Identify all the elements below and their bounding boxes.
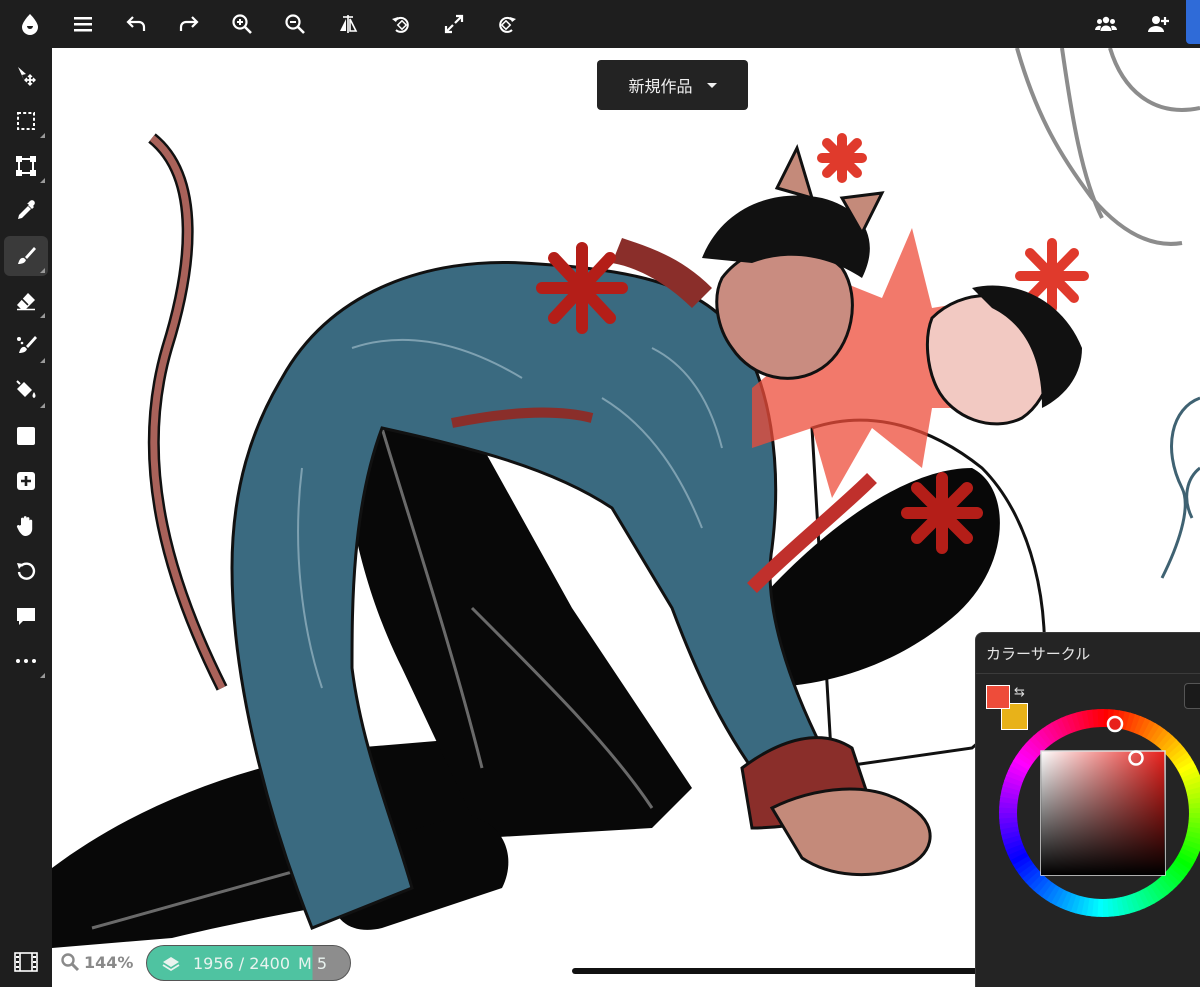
swap-colors-icon[interactable]: ⇆	[1014, 685, 1025, 700]
undo-icon[interactable]	[116, 4, 156, 44]
submenu-indicator	[40, 358, 45, 363]
submenu-indicator	[40, 403, 45, 408]
redo-icon[interactable]	[169, 4, 209, 44]
rotate-left-icon[interactable]	[381, 4, 421, 44]
tool-selection[interactable]	[4, 101, 48, 141]
selection-icon	[17, 112, 35, 130]
caret-down-icon	[706, 82, 717, 88]
fill-icon	[16, 380, 36, 398]
tool-more[interactable]	[4, 641, 48, 681]
tool-rotate-canvas[interactable]	[4, 551, 48, 591]
top-toolbar	[0, 0, 1200, 48]
eyedropper-icon	[18, 200, 35, 219]
rotate-canvas-icon	[17, 562, 36, 580]
menu-icon[interactable]	[63, 4, 103, 44]
layers-icon	[162, 957, 180, 972]
document-title: 新規作品	[628, 77, 693, 96]
submenu-indicator	[40, 268, 45, 273]
hue-handle[interactable]	[1106, 715, 1124, 733]
main-color-swatch[interactable]	[986, 685, 1010, 709]
magnifier-icon	[61, 953, 80, 972]
move-icon	[18, 67, 36, 86]
submenu-indicator	[40, 178, 45, 183]
tool-shape[interactable]	[4, 416, 48, 456]
brush-icon	[18, 247, 36, 264]
tool-transform[interactable]	[4, 146, 48, 186]
flip-icon[interactable]	[328, 4, 368, 44]
home-indicator	[572, 968, 988, 974]
zoom-level: 144%	[84, 952, 134, 972]
blur-brush-icon	[17, 336, 37, 353]
tool-eyedropper[interactable]	[4, 191, 48, 231]
transform-icon	[16, 156, 36, 176]
layer-count-pill[interactable]: 1956 / 2400 M 5	[146, 945, 351, 981]
tool-add[interactable]	[4, 461, 48, 501]
tool-hand[interactable]	[4, 506, 48, 546]
layer-counter: 1956 / 2400	[193, 953, 290, 973]
submenu-indicator	[40, 313, 45, 318]
sketch-lines	[1015, 48, 1200, 246]
add-icon	[17, 472, 35, 490]
group-icon[interactable]	[1086, 4, 1126, 44]
shape-icon	[17, 427, 35, 445]
color-wheel[interactable]	[998, 708, 1200, 918]
tool-comment[interactable]	[4, 596, 48, 636]
rotate-right-icon[interactable]	[487, 4, 527, 44]
comment-icon	[17, 608, 35, 625]
add-user-icon[interactable]	[1138, 4, 1178, 44]
panel-toggle-tab[interactable]	[1186, 0, 1200, 44]
hand-icon	[16, 516, 33, 536]
color-mode-button[interactable]	[1184, 683, 1200, 709]
film-icon[interactable]	[14, 952, 38, 972]
tool-blur-brush[interactable]	[4, 326, 48, 366]
more-icon	[16, 659, 36, 663]
document-title-dropdown[interactable]: 新規作品	[597, 60, 748, 110]
zoom-indicator[interactable]: 144%	[60, 952, 133, 972]
submenu-indicator	[40, 133, 45, 138]
submenu-indicator	[40, 673, 45, 678]
tool-sidebar	[0, 48, 52, 987]
app-root: 新規作品 144% 1956 / 2400 M 5 カラーサークル ⇆	[0, 0, 1200, 987]
panel-title: カラーサークル	[986, 645, 1091, 663]
zoom-out-icon[interactable]	[275, 4, 315, 44]
eraser-icon	[17, 293, 35, 311]
zoom-in-icon[interactable]	[222, 4, 262, 44]
tool-brush[interactable]	[4, 236, 48, 276]
color-circle-panel: カラーサークル ⇆	[975, 632, 1200, 987]
fullscreen-icon[interactable]	[434, 4, 474, 44]
panel-divider	[976, 673, 1200, 674]
tool-fill[interactable]	[4, 371, 48, 411]
tool-move[interactable]	[4, 56, 48, 96]
app-logo-icon[interactable]	[10, 4, 50, 44]
tool-eraser[interactable]	[4, 281, 48, 321]
layer-suffix: M 5	[298, 953, 328, 973]
